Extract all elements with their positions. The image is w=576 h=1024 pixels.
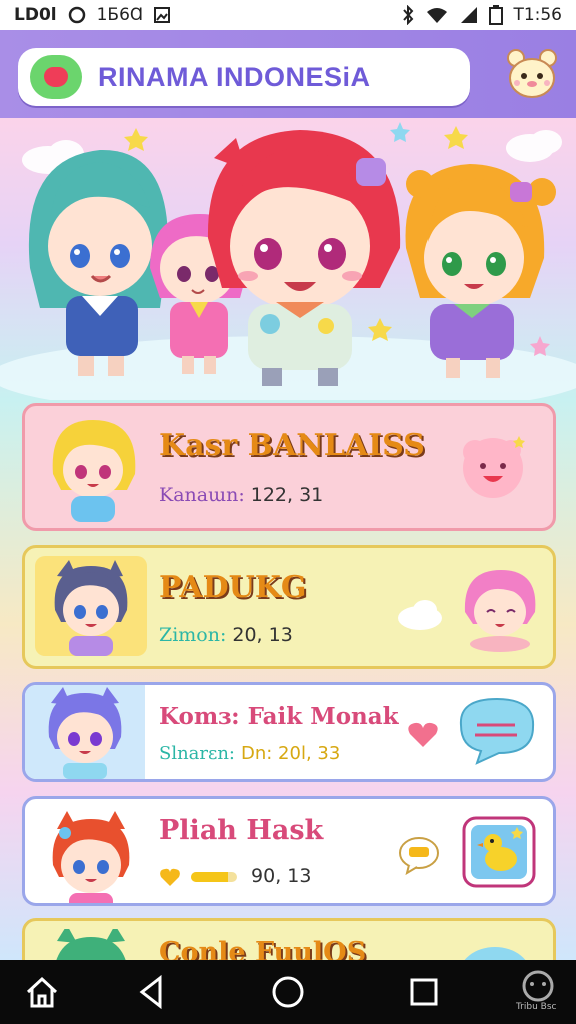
blonde-girl-avatar-icon	[35, 414, 147, 522]
card-stat: Slnarɛn: Dn: 20l, 33	[159, 743, 340, 764]
bluetooth-icon	[401, 5, 415, 25]
hero-illustration	[0, 122, 576, 400]
heart-icon	[159, 865, 187, 887]
speech-bubble-icon	[453, 695, 539, 771]
recents-icon[interactable]	[406, 974, 442, 1010]
card-stat: Zimon: 20, 13	[159, 624, 293, 646]
card-stat: Kanaɯn: 122, 31	[159, 484, 323, 506]
purple-hair-avatar-icon	[25, 685, 145, 779]
battery-icon	[489, 5, 504, 25]
title-bar[interactable]: RINAMA INDONESiA	[18, 48, 470, 106]
signal-icon	[459, 6, 479, 24]
heart-logo-icon	[30, 55, 82, 99]
card-title: Komɜ: Faik Monak	[159, 703, 399, 730]
card-stat: 90, 13	[159, 865, 311, 887]
list-item[interactable]: Kasr BANLAISS Kanaɯn: 122, 31	[22, 403, 556, 531]
image-notification-icon	[153, 6, 171, 24]
list-item[interactable]: Komɜ: Faik Monak Slnarɛn: Dn: 20l, 33	[22, 682, 556, 782]
back-icon[interactable]	[134, 974, 170, 1010]
circle-home-icon[interactable]	[270, 974, 306, 1010]
bear-mascot-icon[interactable]	[504, 46, 560, 102]
hero-banner	[0, 118, 576, 400]
wifi-icon	[425, 6, 449, 24]
brand-text: Tribu Bsc	[516, 1002, 557, 1012]
card-title: Kasr BANLAISS	[159, 428, 425, 463]
card-stat-key: Zimon:	[159, 624, 227, 646]
status-text-left-2: 1Ƃ6Ɑ	[96, 5, 144, 25]
progress-fill	[191, 871, 228, 882]
card-stat-value: 90, 13	[251, 865, 312, 887]
card-stat-value: 122, 31	[250, 484, 324, 506]
cloud-icon	[395, 594, 445, 638]
smiley-cloud-icon	[453, 426, 533, 510]
list-item[interactable]: Pliah Hask 90, 13	[22, 796, 556, 906]
card-stat-value: Dn: 20l, 33	[241, 743, 341, 764]
cat-ear-boy-avatar-icon	[35, 556, 147, 656]
status-text-left: LD0l	[14, 5, 57, 25]
status-left: LD0l 1Ƃ6Ɑ	[14, 5, 171, 25]
red-hair-avatar-icon	[35, 807, 147, 903]
chat-bubble-icon[interactable]	[397, 835, 441, 879]
status-time: T1:56	[513, 5, 562, 25]
card-title: Pliah Hask	[159, 815, 324, 846]
card-stat-value: 20, 13	[232, 624, 293, 646]
status-bar: LD0l 1Ƃ6Ɑ T1:56	[0, 0, 576, 30]
home-icon[interactable]	[24, 974, 60, 1010]
card-title: PADUKG	[159, 570, 307, 605]
progress-bar	[191, 871, 238, 882]
list-item[interactable]: PADUKG Zimon: 20, 13	[22, 545, 556, 669]
status-right: T1:56	[401, 5, 562, 25]
heart-icon[interactable]	[407, 721, 439, 753]
app-title: RINAMA INDONESiA	[98, 61, 371, 92]
card-stat-key: Slnarɛn:	[159, 743, 235, 764]
duck-sticker-icon[interactable]	[461, 815, 537, 893]
pink-hair-girl-icon	[455, 562, 545, 656]
circle-indicator-icon	[67, 5, 87, 25]
system-nav-bar	[0, 960, 576, 1024]
app-header: RINAMA INDONESiA	[0, 30, 576, 118]
card-stat-key: Kanaɯn:	[159, 484, 245, 506]
brand-watermark: Tribu Bsc	[514, 966, 566, 1018]
